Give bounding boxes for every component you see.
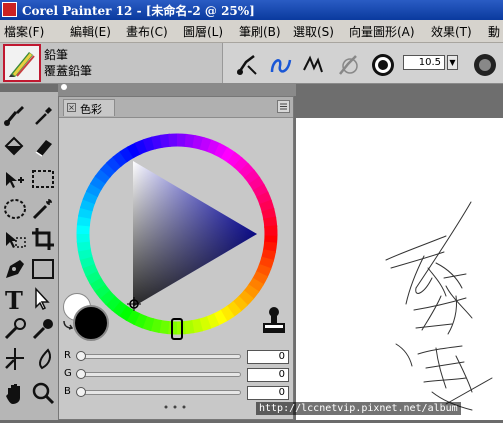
dock-handle[interactable] <box>61 84 67 90</box>
slider-label-b: B <box>64 386 71 397</box>
crop-tool-icon[interactable] <box>30 226 56 252</box>
clone-color-stamp-icon[interactable] <box>259 305 289 335</box>
brush-ghost-icon[interactable] <box>336 52 362 78</box>
brush-selector-button[interactable] <box>3 44 41 82</box>
dropper-tool-icon[interactable] <box>30 102 56 128</box>
slider-track-b[interactable] <box>79 390 241 395</box>
g-value-field[interactable]: 0 <box>247 368 289 382</box>
tab-color[interactable]: × 色彩 <box>63 99 115 116</box>
color-tab-label: 色彩 <box>80 103 102 116</box>
freehand-stroke-icon[interactable] <box>268 52 294 78</box>
title-bar: Corel Painter 12 - [未命名-2 @ 25%] <box>0 0 503 20</box>
dodge-tool-icon[interactable] <box>2 346 28 372</box>
svg-text:T: T <box>5 286 23 312</box>
slider-label-r: R <box>64 350 71 361</box>
rectangular-selection-tool-icon[interactable] <box>30 166 56 192</box>
opacity-icon <box>474 54 496 76</box>
rectangle-shape-tool-icon[interactable] <box>30 256 56 282</box>
menu-edit[interactable]: 編輯(E) <box>70 23 111 40</box>
main-color-swatch[interactable] <box>73 305 109 341</box>
slider-track-r[interactable] <box>79 354 241 359</box>
cloner-tool-icon[interactable] <box>2 316 28 342</box>
menu-select[interactable]: 選取(S) <box>293 23 334 40</box>
menu-movie[interactable]: 動 <box>488 23 500 40</box>
b-value-field[interactable]: 0 <box>247 386 289 400</box>
menu-shapes[interactable]: 向量圖形(A) <box>349 23 415 40</box>
magnifier-tool-icon[interactable] <box>30 380 56 406</box>
text-tool-icon[interactable]: T <box>2 286 28 312</box>
watermark-url: http://lccnetvip.pixnet.net/album <box>256 402 461 415</box>
selection-adjuster-tool-icon[interactable] <box>2 226 28 252</box>
color-panel-header: × 色彩 <box>59 97 293 118</box>
slider-knob-b[interactable] <box>76 387 86 397</box>
menu-bar: 檔案(F) 編輯(E) 畫布(C) 圖層(L) 筆刷(B) 選取(S) 向量圖形… <box>0 20 503 43</box>
panel-dock-strip <box>58 84 296 96</box>
pencil-brush-icon <box>5 46 39 80</box>
menu-layers[interactable]: 圖層(L) <box>183 23 223 40</box>
menu-brushes[interactable]: 筆刷(B) <box>239 23 281 40</box>
brush-size-field[interactable]: 10.5 <box>403 55 445 70</box>
close-icon[interactable]: × <box>67 103 76 112</box>
oval-selection-tool-icon[interactable] <box>2 196 28 222</box>
menu-effects[interactable]: 效果(T) <box>431 23 472 40</box>
pen-tool-icon[interactable] <box>2 256 28 282</box>
magic-wand-tool-icon[interactable] <box>30 196 56 222</box>
brush-size-icon <box>372 54 394 76</box>
brush-variant-label[interactable]: 覆蓋鉛筆 <box>44 62 92 79</box>
paint-bucket-tool-icon[interactable] <box>2 132 28 158</box>
property-bar <box>222 43 503 83</box>
slider-knob-r[interactable] <box>76 351 86 361</box>
panel-options-menu-icon[interactable] <box>277 100 290 113</box>
slider-knob-g[interactable] <box>76 369 86 379</box>
app-icon[interactable] <box>2 2 17 17</box>
burn-tool-icon[interactable] <box>30 346 56 372</box>
swap-colors-icon[interactable] <box>61 317 75 331</box>
eraser-tool-icon[interactable] <box>30 132 56 158</box>
panel-resize-grip[interactable] <box>160 404 190 410</box>
menu-file[interactable]: 檔案(F) <box>4 23 44 40</box>
r-value-field[interactable]: 0 <box>247 350 289 364</box>
rubber-stamp-tool-icon[interactable] <box>30 316 56 342</box>
brush-category-label[interactable]: 鉛筆 <box>44 46 68 63</box>
window-title: Corel Painter 12 - [未命名-2 @ 25%] <box>22 4 255 18</box>
brush-tool-icon[interactable] <box>2 102 28 128</box>
slider-label-g: G <box>64 368 72 379</box>
reset-tool-icon[interactable] <box>234 52 260 78</box>
straight-line-stroke-icon[interactable] <box>300 52 326 78</box>
brush-size-dropdown[interactable]: ▼ <box>447 55 458 70</box>
drawing-canvas[interactable] <box>296 118 503 420</box>
shape-selection-tool-icon[interactable] <box>30 286 56 312</box>
grabber-hand-tool-icon[interactable] <box>2 380 28 406</box>
layer-adjuster-tool-icon[interactable] <box>2 166 28 192</box>
slider-track-g[interactable] <box>79 372 241 377</box>
pencil-sketch <box>385 201 493 411</box>
color-panel: × 色彩 R 0 G 0 B 0 <box>58 96 294 420</box>
toolbox: T <box>0 92 58 420</box>
menu-canvas[interactable]: 畫布(C) <box>126 23 168 40</box>
